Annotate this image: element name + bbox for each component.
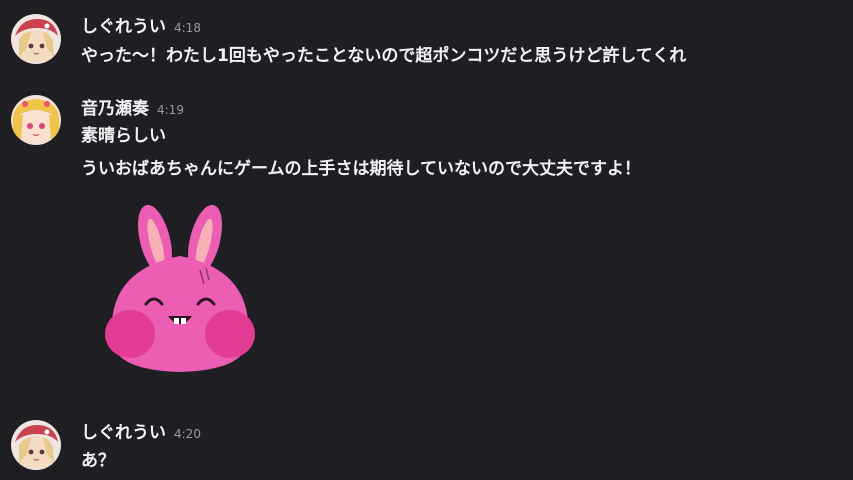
avatar[interactable] (11, 95, 61, 145)
username[interactable]: しぐれうい (81, 12, 166, 37)
message-text: ういおばあちゃんにゲームの上手さは期待していないので大丈夫ですよ！ (81, 159, 641, 179)
message-header: しぐれうい 4:20 (81, 418, 201, 443)
username[interactable]: 音乃瀬奏 (81, 94, 149, 119)
message-header: しぐれうい 4:18 (81, 12, 201, 37)
avatar-otonose-kanade-image (11, 95, 61, 145)
avatar[interactable] (11, 14, 61, 64)
avatar-shigure-ui-image (11, 420, 61, 470)
bunny-sticker-icon (105, 204, 255, 372)
avatar[interactable] (11, 420, 61, 470)
message-header: 音乃瀬奏 4:19 (81, 94, 184, 119)
chat-message-list: しぐれうい 4:18 やった～！わたし1回もやったことないので超ポンコツだと思う… (0, 0, 853, 480)
username[interactable]: しぐれうい (81, 418, 166, 443)
avatar-shigure-ui-image (11, 14, 61, 64)
pink-bunny-sticker[interactable] (100, 200, 260, 376)
message-text: 素晴らしい (81, 126, 166, 146)
message-text: あ？ (81, 451, 115, 471)
timestamp[interactable]: 4:20 (174, 427, 201, 441)
timestamp[interactable]: 4:19 (157, 103, 184, 117)
timestamp[interactable]: 4:18 (174, 21, 201, 35)
message-text: やった～！わたし1回もやったことないので超ポンコツだと思うけど許してくれ (81, 46, 687, 66)
